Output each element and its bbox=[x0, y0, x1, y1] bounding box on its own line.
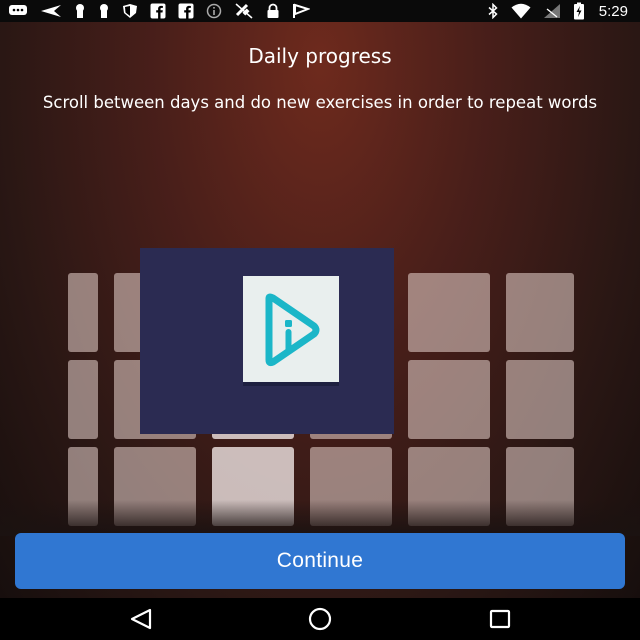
page-title: Daily progress bbox=[248, 44, 392, 68]
satellite-off-icon bbox=[234, 2, 254, 20]
day-tile[interactable] bbox=[114, 447, 196, 526]
send-icon bbox=[40, 4, 62, 18]
back-triangle-icon[interactable] bbox=[128, 607, 154, 635]
day-tile[interactable] bbox=[408, 360, 490, 439]
system-icons: 5:29 bbox=[487, 2, 640, 20]
day-tile[interactable] bbox=[408, 273, 490, 352]
wifi-icon bbox=[511, 3, 531, 19]
facebook-icon bbox=[150, 3, 166, 19]
navigation-bar bbox=[0, 598, 640, 640]
keyhole-icon bbox=[74, 3, 86, 19]
flag-icon bbox=[292, 3, 310, 19]
day-tile[interactable] bbox=[68, 447, 98, 526]
page-subtitle: Scroll between days and do new exercises… bbox=[42, 93, 598, 112]
day-tile[interactable] bbox=[212, 447, 294, 526]
day-tile[interactable] bbox=[68, 273, 98, 352]
day-tile[interactable] bbox=[68, 360, 98, 439]
info-icon bbox=[206, 3, 222, 19]
home-circle-icon[interactable] bbox=[306, 607, 334, 635]
notification-icons bbox=[0, 2, 310, 20]
bluetooth-icon bbox=[487, 3, 499, 19]
status-bar: 5:29 bbox=[0, 0, 640, 22]
keyhole-icon bbox=[98, 3, 110, 19]
day-tile[interactable] bbox=[506, 360, 574, 439]
app-logo-card bbox=[140, 248, 394, 434]
app-screen: 5:29 Daily progress Scroll between days … bbox=[0, 0, 640, 640]
app-logo bbox=[243, 276, 339, 386]
chat-icon bbox=[8, 4, 28, 18]
continue-button[interactable]: Continue bbox=[15, 533, 625, 589]
recents-square-icon[interactable] bbox=[488, 607, 512, 635]
signal-icon bbox=[543, 3, 561, 19]
shield-icon bbox=[122, 3, 138, 19]
day-tile[interactable] bbox=[506, 273, 574, 352]
battery-charging-icon bbox=[573, 2, 585, 20]
facebook-icon bbox=[178, 3, 194, 19]
status-time: 5:29 bbox=[598, 2, 628, 20]
lock-icon bbox=[266, 3, 280, 19]
day-tile[interactable] bbox=[408, 447, 490, 526]
day-tile[interactable] bbox=[310, 447, 392, 526]
day-tile[interactable] bbox=[506, 447, 574, 526]
play-logo-icon bbox=[265, 293, 320, 367]
